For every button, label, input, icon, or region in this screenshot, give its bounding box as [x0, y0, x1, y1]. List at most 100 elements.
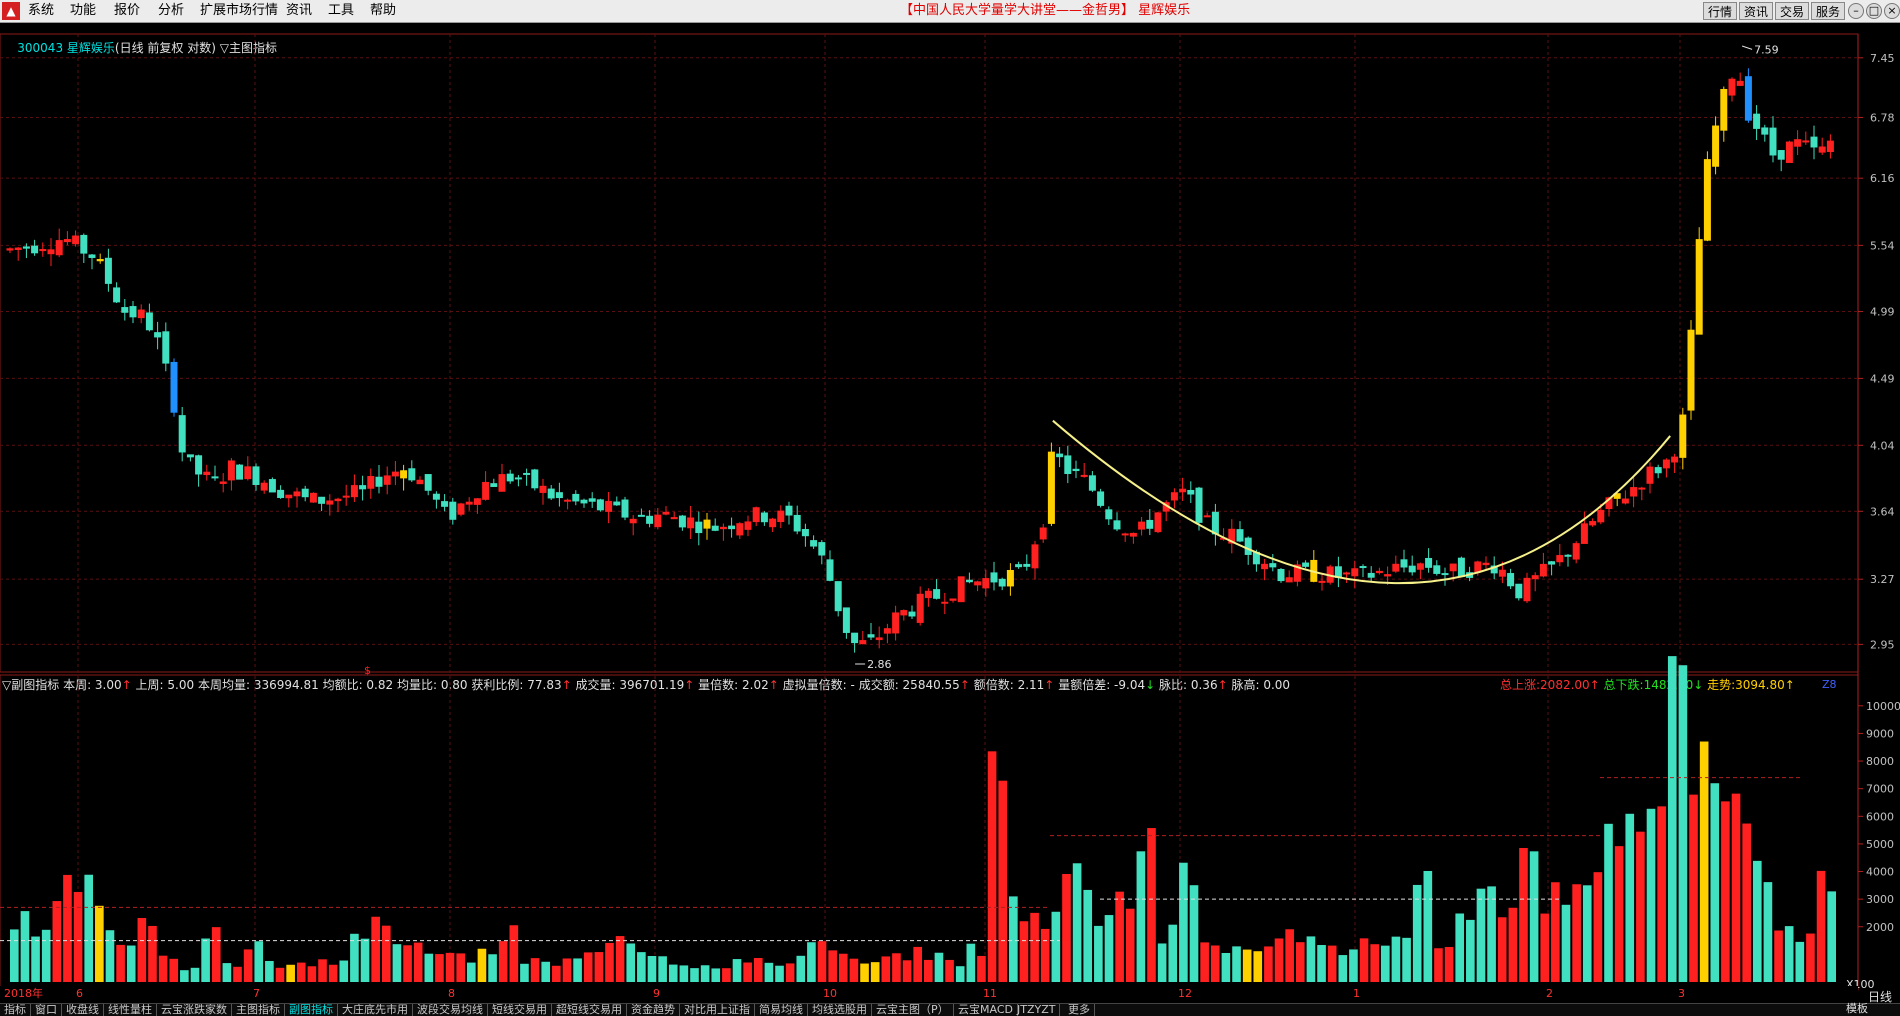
tab-11[interactable]: 资金趋势 — [627, 1004, 680, 1016]
candle-body — [1646, 466, 1654, 484]
tab-7[interactable]: 大庄底先市用 — [338, 1004, 413, 1016]
tab-2[interactable]: 收盘线 — [62, 1004, 104, 1016]
tab-17[interactable]: JTZYZT — [1013, 1004, 1061, 1016]
candle-body — [80, 234, 88, 254]
trade-button[interactable]: 交易 — [1775, 2, 1809, 20]
menu-quote[interactable]: 报价 — [108, 2, 146, 20]
chart-canvas[interactable]: 7.45 6.78 6.16 5.54 4.99 4.49 4.04 3.64 3.27 2.95… — [0, 22, 1900, 1003]
volume-bar — [796, 955, 806, 982]
volume-bar — [233, 966, 242, 982]
volume-bar — [105, 930, 115, 982]
candle-body — [22, 246, 30, 249]
menu-system[interactable]: 系统 — [22, 2, 60, 20]
candle-body — [1056, 453, 1064, 458]
tab-9[interactable]: 短线交易用 — [488, 1004, 552, 1016]
menu-help[interactable]: 帮助 — [364, 2, 402, 20]
volume-bar — [1253, 951, 1263, 982]
volume-bar — [1519, 847, 1528, 982]
menu-function[interactable]: 功能 — [64, 2, 102, 20]
market-button[interactable]: 行情 — [1703, 2, 1737, 20]
volume-bar — [647, 956, 657, 982]
candle-body — [1589, 521, 1597, 526]
volume-bar — [1264, 946, 1273, 982]
volume-bar — [881, 956, 891, 982]
menu-analysis[interactable]: 分析 — [152, 2, 190, 20]
volume-bar — [945, 959, 954, 982]
volume-bar — [31, 936, 40, 982]
volume-bar — [605, 942, 614, 982]
candle-body — [1810, 136, 1818, 148]
volume-bar — [1232, 946, 1241, 982]
tab-10[interactable]: 超短线交易用 — [552, 1004, 627, 1016]
tab-0[interactable]: 指标 — [0, 1004, 31, 1016]
tab-3[interactable]: 线性量柱 — [104, 1004, 157, 1016]
candle-body — [1753, 113, 1761, 129]
volume-bar — [1104, 915, 1114, 982]
candle-body — [268, 479, 276, 493]
candle-body — [826, 559, 834, 581]
candle-body — [318, 496, 326, 504]
tab-1[interactable]: 窗口 — [31, 1004, 62, 1016]
candle-body — [760, 512, 768, 523]
volume-bar — [509, 925, 519, 982]
volume-bar — [1678, 665, 1688, 982]
tab-18[interactable]: 更多 — [1064, 1004, 1095, 1016]
candle-body — [1187, 489, 1195, 495]
candle-body — [1703, 159, 1711, 241]
volume-bar — [977, 955, 986, 982]
candle-body — [1154, 512, 1162, 533]
candle-body — [1556, 555, 1564, 563]
minimize-icon[interactable]: – — [1848, 3, 1864, 19]
tab-14[interactable]: 均线选股用 — [808, 1004, 872, 1016]
tab-8[interactable]: 波段交易均线 — [413, 1004, 488, 1016]
candle-body — [1826, 140, 1834, 153]
restore-icon[interactable]: □ — [1866, 3, 1882, 19]
news-button[interactable]: 资讯 — [1739, 2, 1773, 20]
volume-bar — [84, 874, 94, 982]
candle-body — [793, 514, 801, 532]
candle-body — [285, 494, 293, 499]
candle-body — [104, 257, 112, 284]
candle-body — [1072, 468, 1080, 472]
candle-body — [162, 331, 170, 364]
menu-extended-market[interactable]: 扩展市场行情 — [194, 2, 284, 20]
candle-body — [1794, 139, 1802, 147]
tab-16[interactable]: 云宝MACD — [954, 1004, 1018, 1016]
candle-body — [1408, 565, 1416, 573]
service-button[interactable]: 服务 — [1811, 2, 1845, 20]
tab-5[interactable]: 主图指标 — [232, 1004, 285, 1016]
volume-bar — [690, 968, 699, 982]
volume-bar — [254, 941, 264, 982]
volume-bar — [583, 952, 593, 982]
volume-bar — [987, 751, 997, 982]
volume-bar — [498, 941, 508, 982]
candle-body — [1121, 533, 1129, 536]
candle-body — [1728, 78, 1736, 96]
close-icon[interactable]: × — [1884, 3, 1900, 19]
candle-body — [400, 470, 408, 479]
tab-6[interactable]: 副图指标 — [285, 1004, 338, 1016]
candle-body — [129, 306, 137, 318]
tab-12[interactable]: 对比用上证指 — [680, 1004, 755, 1016]
template-button[interactable]: 模板 — [1846, 1003, 1868, 1015]
price-axis-label: 3.64 — [1870, 505, 1895, 518]
volume-bar — [626, 943, 636, 982]
candle-body — [506, 473, 514, 482]
menu-news[interactable]: 资讯 — [280, 2, 318, 20]
period-label[interactable]: 日线 — [1868, 988, 1892, 1005]
tab-15[interactable]: 云宝主图（P） — [872, 1004, 954, 1016]
volume-bar — [318, 959, 327, 982]
volume-bar — [1774, 930, 1783, 982]
volume-bar — [158, 955, 168, 982]
candle-body — [982, 578, 990, 589]
menu-tools[interactable]: 工具 — [322, 2, 360, 20]
tab-4[interactable]: 云宝涨跌家数 — [157, 1004, 232, 1016]
volume-bar — [328, 964, 338, 982]
tab-13[interactable]: 简易均线 — [755, 1004, 808, 1016]
volume-bar — [360, 938, 370, 982]
volume-bar — [775, 965, 784, 982]
candle-body — [252, 466, 260, 485]
candle-body — [465, 501, 473, 505]
volume-bar — [1338, 955, 1348, 982]
volume-bar — [860, 963, 869, 982]
